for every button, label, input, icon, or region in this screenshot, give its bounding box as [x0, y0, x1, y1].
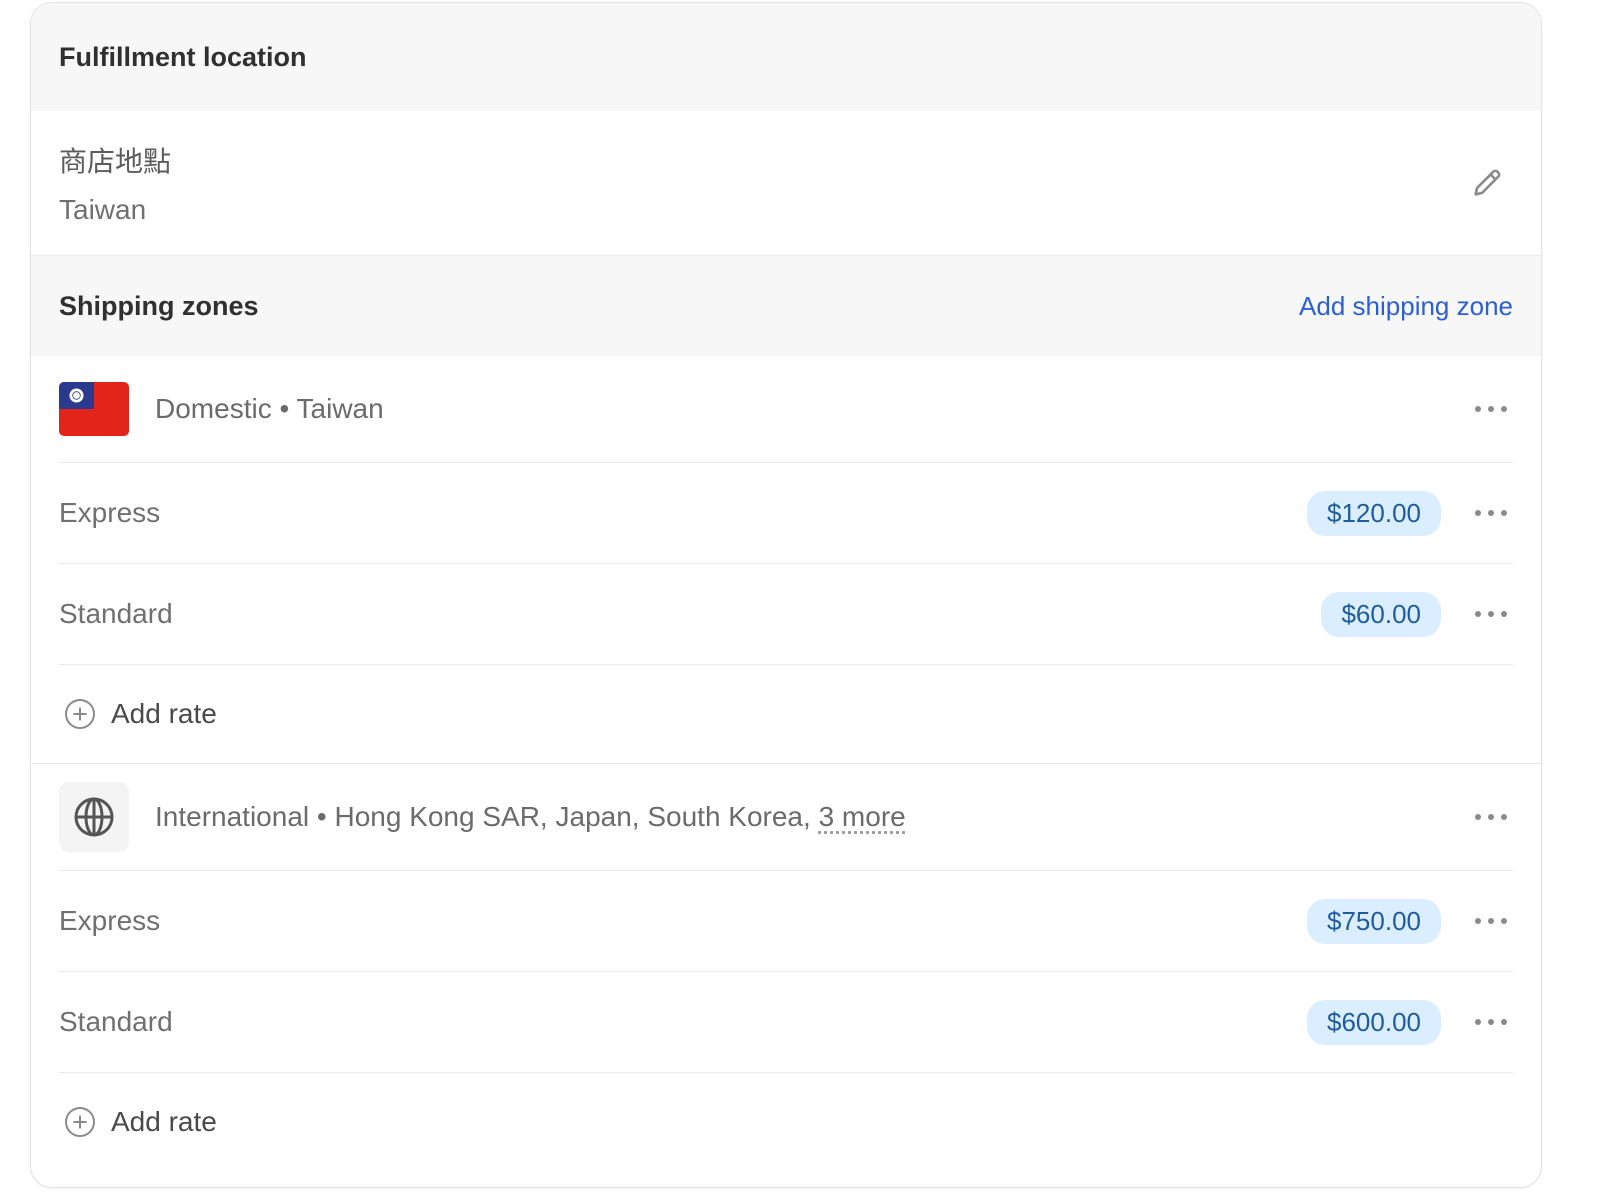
rate-name: Standard	[59, 598, 173, 629]
add-rate-label: Add rate	[111, 1106, 217, 1137]
location-country: Taiwan	[59, 194, 147, 225]
more-horizontal-icon	[1475, 1019, 1507, 1025]
add-rate-button[interactable]: Add rate	[63, 1105, 217, 1139]
rate-row: Express $750.00	[59, 871, 1513, 972]
add-rate-label: Add rate	[111, 698, 217, 729]
rate-price-badge: $120.00	[1307, 490, 1441, 536]
shipping-zones-header: Shipping zones Add shipping zone	[31, 256, 1541, 356]
add-rate-row: Add rate	[59, 665, 1513, 763]
zone-row: Domestic • Taiwan	[59, 356, 1513, 463]
zone-row: International • Hong Kong SAR, Japan, So…	[59, 764, 1513, 871]
fulfillment-location-row: 商店地點 Taiwan	[31, 111, 1541, 256]
add-rate-button[interactable]: Add rate	[63, 697, 217, 731]
plus-circle-icon	[65, 699, 95, 729]
fulfillment-location-title: Fulfillment location	[59, 41, 307, 72]
zone-more-countries-link[interactable]: 3 more	[819, 801, 906, 832]
plus-circle-icon	[65, 1107, 95, 1137]
rate-name: Standard	[59, 1006, 173, 1037]
rate-more-button[interactable]	[1469, 901, 1513, 941]
add-shipping-zone-link[interactable]: Add shipping zone	[1299, 291, 1513, 322]
shipping-zone-domestic: Domestic • Taiwan Express $120.00 Standa…	[31, 356, 1541, 763]
more-horizontal-icon	[1475, 611, 1507, 617]
more-horizontal-icon	[1475, 814, 1507, 820]
shipping-zone-international: International • Hong Kong SAR, Japan, So…	[31, 763, 1541, 1171]
globe-icon	[74, 797, 114, 837]
more-horizontal-icon	[1475, 406, 1507, 412]
edit-location-button[interactable]	[1461, 157, 1513, 209]
rate-name: Express	[59, 497, 161, 528]
zone-label: International • Hong Kong SAR, Japan, So…	[155, 801, 1469, 833]
rate-price-badge: $60.00	[1321, 591, 1441, 637]
rate-more-button[interactable]	[1469, 493, 1513, 533]
zone-more-button[interactable]	[1469, 389, 1513, 429]
zone-more-button[interactable]	[1469, 797, 1513, 837]
pencil-icon	[1474, 169, 1501, 196]
rate-price-badge: $750.00	[1307, 898, 1441, 944]
rate-row: Standard $60.00	[59, 564, 1513, 665]
location-name: 商店地點	[59, 146, 172, 177]
zone-label-text: International • Hong Kong SAR, Japan, So…	[155, 801, 819, 832]
rate-price-badge: $600.00	[1307, 999, 1441, 1045]
more-horizontal-icon	[1475, 510, 1507, 516]
fulfillment-location-header: Fulfillment location	[31, 3, 1541, 111]
more-horizontal-icon	[1475, 918, 1507, 924]
rate-name: Express	[59, 905, 161, 936]
zone-label: Domestic • Taiwan	[155, 393, 384, 424]
taiwan-flag-icon	[59, 382, 129, 436]
shipping-zones-title: Shipping zones	[59, 290, 259, 321]
rate-more-button[interactable]	[1469, 594, 1513, 634]
rate-row: Express $120.00	[59, 463, 1513, 564]
location-details: 商店地點 Taiwan	[59, 140, 171, 226]
add-rate-row: Add rate	[59, 1073, 1513, 1171]
rate-more-button[interactable]	[1469, 1002, 1513, 1042]
shipping-settings-card: Fulfillment location 商店地點 Taiwan Shippin…	[30, 2, 1542, 1188]
zone-icon	[59, 782, 129, 852]
rate-row: Standard $600.00	[59, 972, 1513, 1073]
